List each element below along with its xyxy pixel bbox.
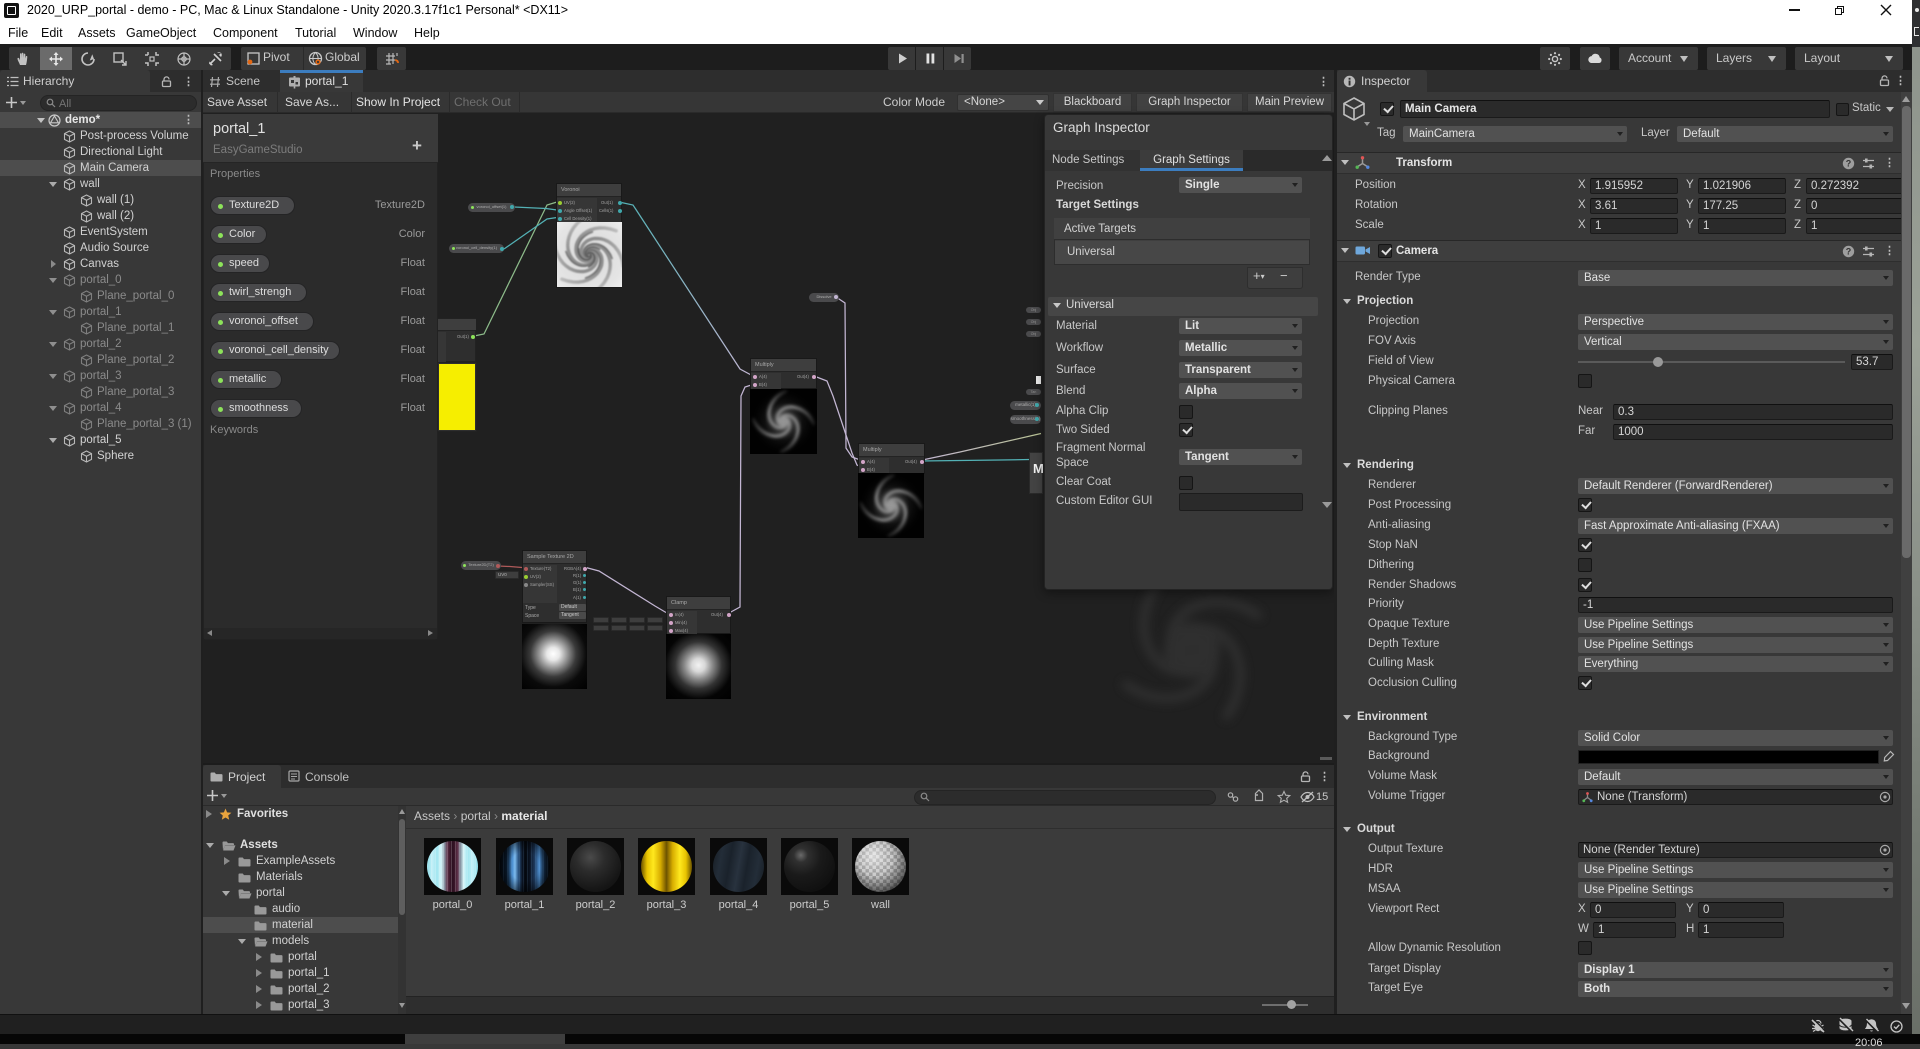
svg-text:?: ? <box>1846 159 1852 169</box>
svg-text:?: ? <box>1846 247 1852 257</box>
